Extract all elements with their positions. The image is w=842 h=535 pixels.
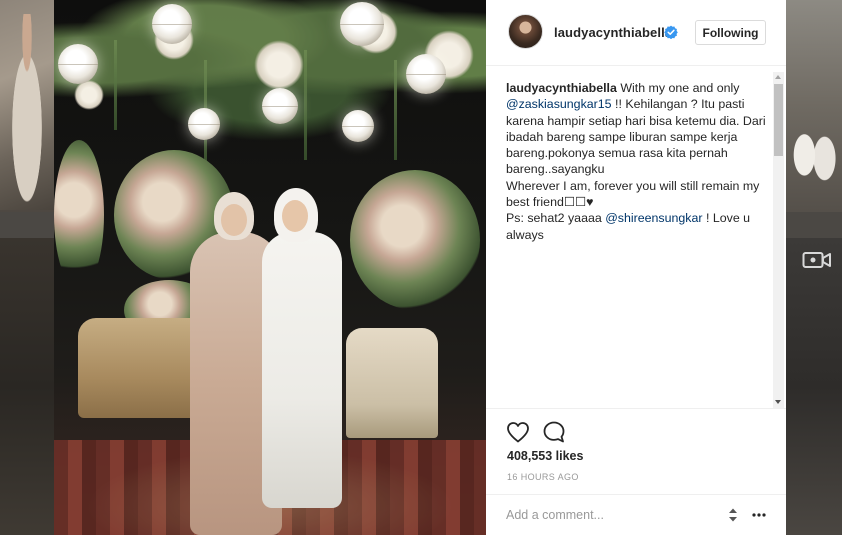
background-feed-left — [0, 0, 54, 535]
comment-bubble-icon[interactable] — [542, 420, 566, 444]
post-caption: laudyacynthiabella With my one and only … — [506, 80, 768, 243]
post-actions: 408,553 likes 16 HOURS AGO — [486, 408, 786, 488]
post-photo[interactable] — [54, 0, 486, 535]
likes-count[interactable]: 408,553 likes — [507, 449, 583, 463]
post-side-panel: laudyacynthiabella Following laudyacynth… — [486, 0, 786, 535]
comments-scrollbar[interactable] — [773, 72, 784, 408]
caption-text: With my one and only — [616, 81, 740, 95]
background-thumbnail — [0, 238, 54, 535]
video-camera-icon — [802, 252, 831, 268]
scroll-up-arrow[interactable] — [775, 75, 781, 79]
mention-link[interactable]: @shireensungkar — [605, 211, 702, 225]
comment-input[interactable] — [506, 505, 706, 525]
username-link[interactable]: laudyacynthiabella — [554, 25, 672, 40]
background-thumbnail — [786, 238, 842, 535]
scrollbar-thumb[interactable] — [774, 84, 783, 156]
heart-icon[interactable] — [506, 421, 530, 443]
add-comment-bar — [486, 494, 786, 535]
post-header: laudyacynthiabella Following — [486, 0, 786, 66]
stepper-icon[interactable] — [726, 507, 740, 523]
caption-text: Ps: sehat2 yaaaa — [506, 211, 606, 226]
caption-username-link[interactable]: laudyacynthiabella — [506, 81, 617, 95]
post-timestamp[interactable]: 16 HOURS AGO — [507, 472, 579, 482]
background-thumbnail — [786, 0, 842, 212]
mention-link[interactable]: @zaskiasungkar15 — [506, 97, 612, 111]
following-button[interactable]: Following — [695, 20, 766, 45]
verified-badge-icon — [664, 25, 678, 39]
person-right — [262, 188, 342, 508]
caption-text: Wherever I am, forever you will still re… — [506, 178, 760, 210]
background-thumbnail — [0, 0, 54, 210]
more-options-icon[interactable] — [751, 507, 767, 523]
avatar[interactable] — [508, 14, 543, 49]
comments-list[interactable]: laudyacynthiabella With my one and only … — [506, 80, 768, 406]
scroll-down-arrow[interactable] — [775, 400, 781, 404]
